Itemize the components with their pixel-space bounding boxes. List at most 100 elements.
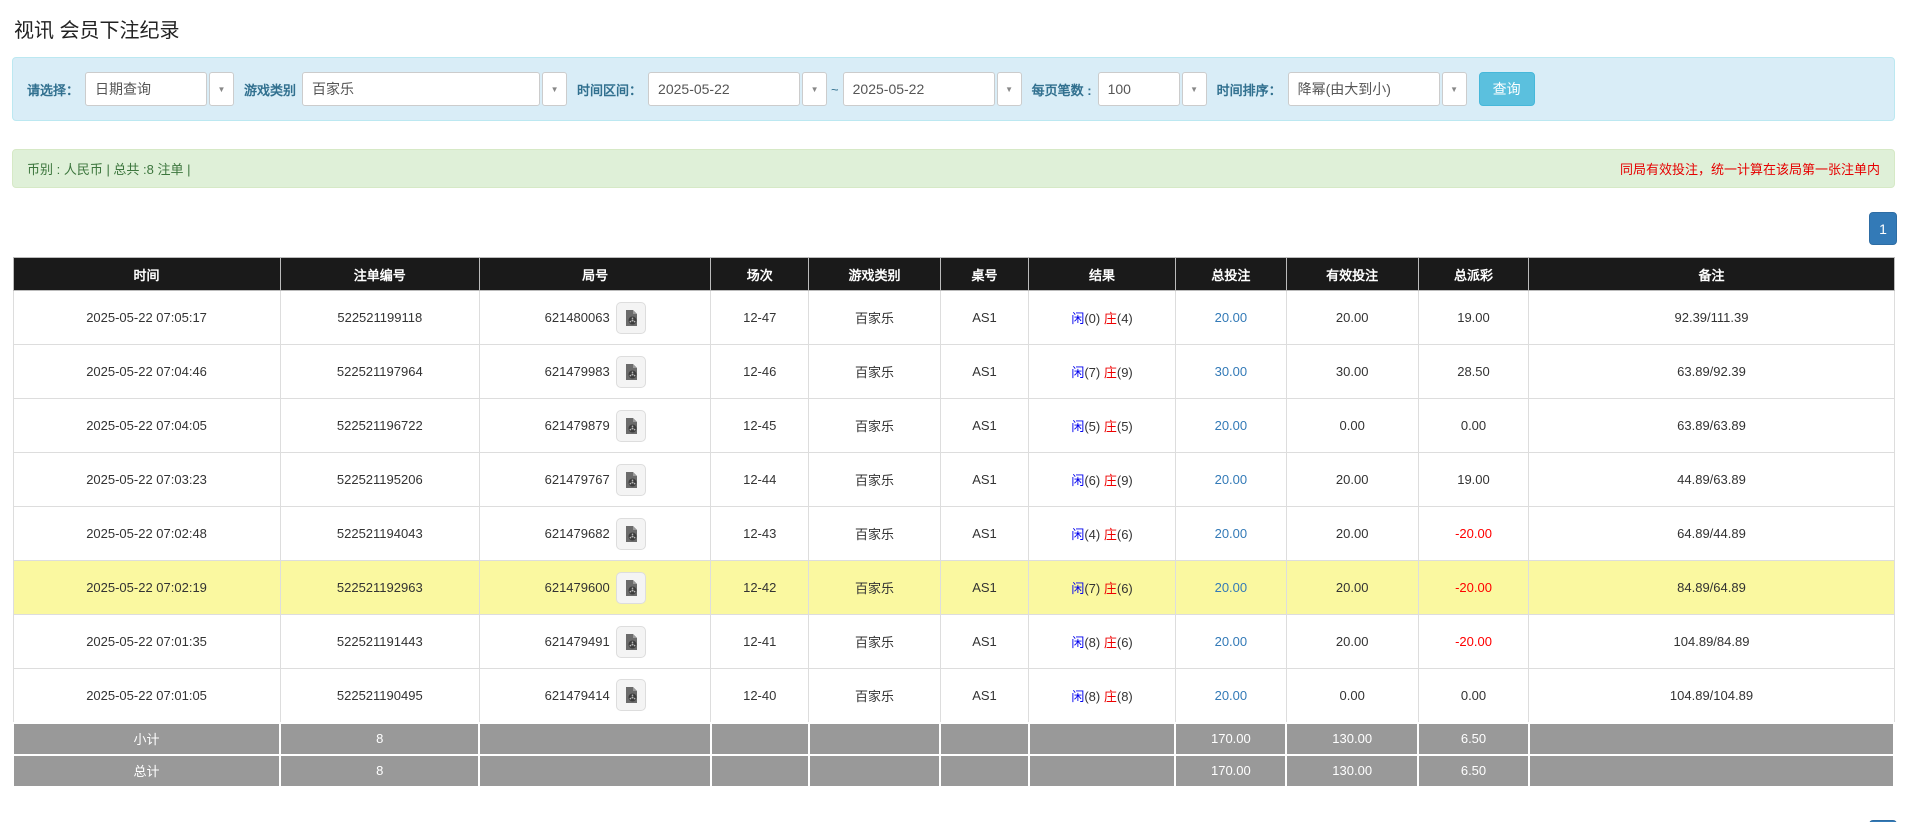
cell-round-id: 621479414: [478, 668, 712, 723]
video-replay-icon[interactable]: [615, 571, 646, 604]
chevron-down-icon[interactable]: ▼: [542, 72, 568, 106]
result-player-label: 闲: [1071, 311, 1085, 326]
round-id-text: 621479983: [544, 364, 610, 379]
query-type-select[interactable]: 日期查询 ▼: [85, 72, 235, 106]
cell-session: 12-46: [710, 344, 810, 399]
total-bet-link[interactable]: 20.00: [1215, 472, 1248, 487]
chevron-down-icon[interactable]: ▼: [1441, 72, 1467, 106]
video-replay-icon[interactable]: [615, 625, 646, 658]
result-banker-score: (4): [1116, 311, 1133, 326]
total-bet-link[interactable]: 20.00: [1215, 526, 1248, 541]
round-id-with-replay: 621479414: [545, 679, 646, 712]
result-banker-score: (9): [1116, 473, 1133, 488]
valid-bet-notice-text: 同局有效投注，统一计算在该局第一张注单内: [1619, 162, 1880, 177]
column-header: 总派彩: [1417, 257, 1530, 291]
page-1-button[interactable]: 1: [1869, 212, 1897, 245]
cell-round-id: 621479682: [478, 506, 712, 561]
cell-session: 12-45: [710, 398, 810, 453]
video-replay-icon[interactable]: [615, 517, 646, 550]
result-player-score: (8): [1084, 635, 1104, 650]
round-id-with-replay: 621479600: [544, 571, 646, 604]
result-banker-label: 庄: [1103, 311, 1117, 326]
total-bet-link[interactable]: 20.00: [1215, 688, 1248, 703]
cell-session: 12-43: [710, 506, 810, 561]
total-bet-link[interactable]: 30.00: [1215, 364, 1248, 379]
total-bet-link[interactable]: 20.00: [1215, 634, 1248, 649]
round-id-with-replay: 621479682: [545, 517, 646, 550]
query-type-value[interactable]: 日期查询: [85, 72, 208, 106]
chevron-down-icon[interactable]: ▼: [1181, 72, 1207, 106]
sort-select[interactable]: 降幂(由大到小) ▼: [1287, 72, 1467, 106]
cell-game-type: 百家乐: [808, 560, 941, 615]
footer-valid-bet: 130.00: [1285, 753, 1420, 788]
date-from-select[interactable]: 2025-05-22 ▼: [648, 72, 828, 106]
date-to-select[interactable]: 2025-05-22 ▼: [842, 72, 1022, 106]
game-type-select[interactable]: 百家乐 ▼: [302, 72, 568, 106]
page-size-value[interactable]: 100: [1097, 72, 1180, 106]
cell-round-id: 621479983: [478, 344, 712, 399]
chevron-down-icon[interactable]: ▼: [802, 72, 828, 106]
cell-table-no: AS1: [939, 506, 1030, 561]
column-header: 桌号: [939, 257, 1030, 291]
date-to-value[interactable]: 2025-05-22: [842, 72, 995, 106]
cell-game-type: 百家乐: [808, 290, 941, 345]
table-row: 2025-05-22 07:04:05 522521196722 621479879…: [12, 398, 1895, 453]
result-banker-score: (5): [1116, 419, 1133, 434]
video-replay-icon[interactable]: [615, 409, 646, 442]
cell-result: 闲(4) 庄(6): [1028, 506, 1176, 561]
cell-payout: 0.00: [1417, 398, 1530, 453]
footer-payout: 6.50: [1417, 721, 1530, 756]
video-replay-icon[interactable]: [615, 463, 646, 496]
round-id-text: 621479879: [544, 418, 610, 433]
total-bet-link[interactable]: 20.00: [1215, 310, 1248, 325]
cell-valid-bet: 20.00: [1285, 452, 1419, 507]
table-row: 2025-05-22 07:05:17 522521199118 621480063…: [12, 290, 1895, 345]
bet-records-table: 时间 注单编号 局号 场次 游戏类别 桌号 结果 总投注 有效投注 总派彩 备注 2025-05-2…: [11, 257, 1896, 788]
cell-time: 2025-05-22 07:05:17: [12, 290, 281, 345]
cell-note: 63.89/92.39: [1528, 344, 1895, 399]
sort-value[interactable]: 降幂(由大到小): [1287, 72, 1440, 106]
round-id-with-replay: 621479491: [545, 625, 646, 658]
cell-payout: -20.00: [1417, 614, 1530, 669]
chevron-down-icon[interactable]: ▼: [996, 72, 1022, 106]
date-from-value[interactable]: 2025-05-22: [648, 72, 801, 106]
video-replay-icon[interactable]: [615, 355, 646, 388]
total-bet-link[interactable]: 20.00: [1215, 580, 1248, 595]
result-banker-score: (6): [1116, 635, 1133, 650]
cell-note: 64.89/44.89: [1528, 506, 1895, 561]
total-bet-link[interactable]: 20.00: [1215, 418, 1248, 433]
video-replay-icon[interactable]: [615, 679, 646, 712]
footer-label: 总计: [11, 753, 282, 788]
game-type-value[interactable]: 百家乐: [302, 72, 541, 106]
cell-result: 闲(8) 庄(8): [1028, 668, 1176, 723]
cell-note: 63.89/63.89: [1528, 398, 1895, 453]
cell-game-type: 百家乐: [808, 614, 941, 669]
cell-table-no: AS1: [939, 290, 1030, 345]
page-size-select[interactable]: 100 ▼: [1097, 72, 1207, 106]
cell-valid-bet: 20.00: [1285, 290, 1419, 345]
cell-payout: 19.00: [1417, 290, 1530, 345]
cell-payout: -20.00: [1417, 560, 1530, 615]
cell-bet-id: 522521199118: [279, 290, 480, 345]
column-header: 注单编号: [279, 257, 480, 291]
result-player-score: (7): [1084, 365, 1104, 380]
cell-payout: 19.00: [1417, 452, 1530, 507]
cell-valid-bet: 20.00: [1285, 506, 1419, 561]
cell-game-type: 百家乐: [808, 668, 941, 723]
cell-payout: -20.00: [1417, 506, 1530, 561]
round-id-with-replay: 621479983: [544, 355, 646, 388]
chevron-down-icon[interactable]: ▼: [209, 72, 235, 106]
column-header: 有效投注: [1285, 257, 1419, 291]
cell-round-id: 621479767: [478, 452, 712, 507]
game-type-label: 游戏类别: [244, 82, 297, 98]
footer-payout: 6.50: [1417, 753, 1530, 788]
cell-bet-id: 522521195206: [279, 452, 480, 507]
video-replay-icon[interactable]: [615, 301, 646, 334]
footer-empty: [709, 721, 810, 756]
result-player-score: (5): [1084, 419, 1104, 434]
currency-summary-text: 币别 : 人民币 | 总共 :8 注单 |: [27, 162, 191, 177]
round-id-text: 621479600: [544, 580, 610, 595]
footer-empty: [1527, 721, 1896, 756]
query-button[interactable]: 查询: [1478, 72, 1535, 106]
cell-note: 104.89/104.89: [1528, 668, 1895, 723]
